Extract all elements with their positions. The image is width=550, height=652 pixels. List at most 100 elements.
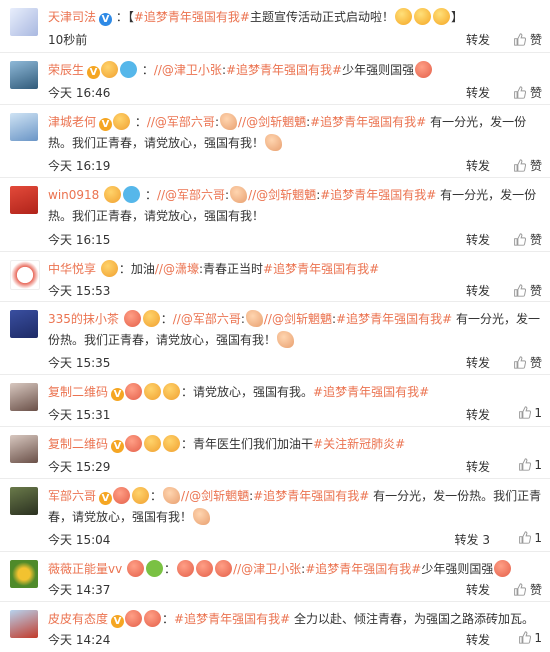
topic-link[interactable]: #追梦青年强国有我# — [320, 188, 436, 202]
crying-emoji-icon — [414, 8, 431, 25]
badge-icon — [142, 310, 160, 327]
timestamp: 今天 16:19 — [48, 159, 111, 173]
avatar[interactable] — [10, 560, 38, 588]
comment-text: 全力以赴、倾注青春，为强国之路添砖加瓦。 — [290, 612, 534, 626]
comment-item: win0918 ：//@军部六哥://@剑斩魍魉:#追梦青年强国有我# 有一分光… — [0, 178, 550, 252]
topic-link[interactable]: #追梦青年强国有我# — [253, 489, 369, 503]
timestamp: 今天 15:31 — [48, 408, 111, 422]
user-name[interactable]: 复制二维码 — [48, 385, 108, 399]
badge-icon — [125, 383, 143, 400]
topic-link[interactable]: #追梦青年强国有我# — [174, 612, 290, 626]
thumbs-up-icon — [518, 631, 531, 644]
like-button[interactable]: 赞 — [513, 282, 542, 299]
topic-link[interactable]: #追梦青年强国有我# — [263, 262, 379, 276]
repost-button[interactable]: 转发 — [466, 354, 490, 371]
like-button[interactable]: 赞 — [513, 31, 542, 48]
muscle-emoji-icon — [245, 310, 263, 327]
avatar[interactable] — [10, 435, 38, 463]
like-count: 1 — [534, 531, 542, 545]
user-name[interactable]: 天津司法 — [48, 10, 96, 24]
mention-link[interactable]: //@剑斩魍魉 — [264, 312, 332, 326]
mention-link[interactable]: //@津卫小张 — [233, 562, 301, 576]
mention-link[interactable]: //@剑斩魍魉 — [181, 489, 249, 503]
repost-button[interactable]: 转发 — [466, 84, 490, 101]
repost-button[interactable]: 转发 — [466, 157, 490, 174]
like-button[interactable]: 1 — [518, 406, 542, 420]
repost-button[interactable]: 转发 3 — [455, 531, 490, 548]
comment-text: 少年强则国强 — [342, 63, 415, 77]
like-button[interactable]: 赞 — [513, 231, 542, 248]
topic-link[interactable]: #追梦青年强国有我# — [310, 115, 426, 129]
like-count: 赞 — [529, 356, 542, 370]
user-name[interactable]: 薇薇正能量vv — [48, 562, 122, 576]
mention-link[interactable]: //@潇壕 — [155, 262, 199, 276]
like-count: 赞 — [529, 33, 542, 47]
repost-button[interactable]: 转发 — [466, 406, 490, 423]
plane-icon — [120, 61, 138, 78]
repost-button[interactable]: 转发 — [466, 581, 490, 598]
avatar[interactable] — [10, 610, 38, 638]
mention-link[interactable]: //@军部六哥 — [147, 115, 215, 129]
mention-link[interactable]: //@剑斩魍魉 — [248, 188, 316, 202]
mention-link[interactable]: //@军部六哥 — [157, 188, 225, 202]
like-count: 1 — [534, 458, 542, 472]
avatar[interactable] — [10, 383, 38, 411]
mention-link[interactable]: //@军部六哥 — [173, 312, 241, 326]
badge-icon — [113, 113, 131, 130]
user-name[interactable]: 皮皮有态度 — [48, 612, 108, 626]
repost-button[interactable]: 转发 — [466, 282, 490, 299]
badge-icon — [113, 487, 131, 504]
muscle-emoji-icon — [265, 134, 283, 151]
repost-button[interactable]: 转发 — [466, 458, 490, 475]
user-name[interactable]: 津城老何 — [48, 115, 96, 129]
like-button[interactable]: 赞 — [513, 354, 542, 371]
like-button[interactable]: 1 — [518, 631, 542, 645]
user-name[interactable]: 荣辰生 — [48, 63, 84, 77]
topic-link[interactable]: #关注新冠肺炎# — [313, 437, 405, 451]
like-count: 1 — [534, 631, 542, 645]
topic-link[interactable]: #追梦青年强国有我# — [313, 385, 429, 399]
timestamp: 今天 16:46 — [48, 86, 111, 100]
like-button[interactable]: 1 — [518, 531, 542, 545]
comment-item: 中华悦享 ：加油//@潇壕:青春正当时#追梦青年强国有我# 今天 15:53 转… — [0, 252, 550, 302]
avatar[interactable] — [10, 310, 38, 338]
user-name[interactable]: 335的抹小茶 — [48, 312, 119, 326]
avatar[interactable] — [10, 487, 38, 515]
avatar[interactable] — [10, 186, 38, 214]
repost-button[interactable]: 转发 — [466, 231, 490, 248]
repost-button[interactable]: 转发 — [466, 31, 490, 48]
like-button[interactable]: 赞 — [513, 84, 542, 101]
like-button[interactable]: 1 — [518, 458, 542, 472]
plane-icon — [123, 186, 141, 203]
topic-link[interactable]: #追梦青年强国有我# — [134, 10, 250, 24]
crying-emoji-icon — [433, 8, 450, 25]
user-name[interactable]: win0918 — [48, 188, 99, 202]
mention-link[interactable]: //@剑斩魍魉 — [238, 115, 306, 129]
like-button[interactable]: 赞 — [513, 157, 542, 174]
thumbs-up-icon — [514, 33, 527, 46]
topic-link[interactable]: #追梦青年强国有我# — [226, 63, 342, 77]
verified-icon: V — [99, 492, 113, 505]
repost-button[interactable]: 转发 — [466, 631, 490, 648]
topic-link[interactable]: #追梦青年强国有我# — [336, 312, 452, 326]
verified-icon: V — [111, 615, 125, 628]
like-button[interactable]: 赞 — [513, 581, 542, 598]
user-name[interactable]: 军部六哥 — [48, 489, 96, 503]
badge-icon — [125, 435, 143, 452]
like-count: 1 — [534, 406, 542, 420]
user-name[interactable]: 中华悦享 — [48, 262, 96, 276]
comment-item: 皮皮有态度 V ：#追梦青年强国有我# 全力以赴、倾注青春，为强国之路添砖加瓦。 今… — [0, 602, 550, 652]
avatar[interactable] — [10, 8, 38, 36]
verified-icon: V — [99, 13, 113, 26]
repost-mention: //@津卫小张 — [154, 63, 222, 77]
topic-link[interactable]: #追梦青年强国有我# — [305, 562, 421, 576]
timestamp: 今天 15:29 — [48, 460, 111, 474]
avatar[interactable] — [10, 61, 38, 89]
avatar[interactable] — [10, 113, 38, 141]
badge-icon — [132, 487, 150, 504]
mention-link[interactable]: //@津卫小张 — [154, 63, 222, 77]
badge-icon — [144, 610, 162, 627]
avatar[interactable] — [10, 260, 40, 290]
user-name[interactable]: 复制二维码 — [48, 437, 108, 451]
fist-emoji-icon — [215, 560, 233, 577]
